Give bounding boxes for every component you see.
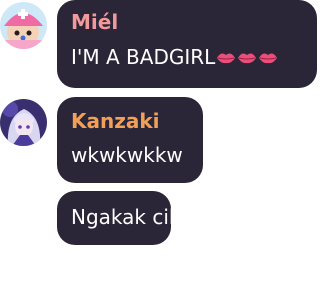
message-bubble[interactable]: Miél I'M A BADGIRL <box>57 0 317 88</box>
user-avatar-miel[interactable] <box>0 2 47 49</box>
kiss-lips-icon <box>258 45 278 64</box>
kiss-lips-icon <box>237 45 257 64</box>
user-avatar-kanzaki[interactable] <box>0 99 47 146</box>
message-body: I'M A BADGIRL <box>71 45 216 69</box>
message-text: wkwkwkkw <box>71 143 183 167</box>
message-bubble[interactable]: Kanzaki wkwkwkkw <box>57 97 203 183</box>
kiss-lips-icon <box>216 45 236 64</box>
message-bubble[interactable]: Ngakak cik <box>57 191 181 245</box>
message-text: I'M A BADGIRL <box>71 44 317 70</box>
sender-name[interactable]: Miél <box>71 10 317 34</box>
sender-name[interactable]: Kanzaki <box>71 109 203 133</box>
message-text: Ngakak cik <box>71 205 181 229</box>
chat-view: Miél I'M A BADGIRL Kanzaki wkwkwkkw Ngak… <box>0 0 320 300</box>
